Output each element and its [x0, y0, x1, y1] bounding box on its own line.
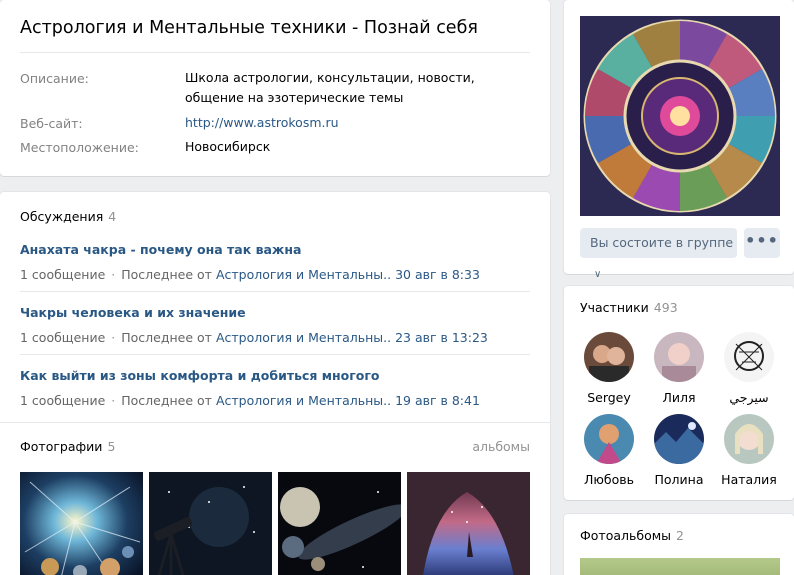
photo-albums-card: Фотоальбомы 2: [564, 514, 794, 575]
member-name: Наталия: [721, 472, 777, 487]
topic-message-count: 1 сообщение: [20, 267, 106, 282]
website-link[interactable]: http://www.astrokosm.ru: [185, 113, 535, 133]
topic-last-prefix: Последнее от: [121, 267, 212, 282]
topic-date-link[interactable]: 30 авг в 8:33: [395, 267, 480, 282]
photo-albums-count: 2: [676, 528, 684, 543]
avatar: [654, 414, 704, 464]
discussions-title: Обсуждения: [20, 209, 104, 224]
topic-message-count: 1 сообщение: [20, 393, 106, 408]
location-value: Новосибирск: [185, 139, 271, 154]
description-value: Школа астрологии, консультации, новости,…: [185, 70, 475, 105]
photo-thumbnail[interactable]: [407, 472, 530, 575]
divider: [20, 291, 530, 292]
avatar: [654, 332, 704, 382]
discussions-header[interactable]: Обсуждения 4: [20, 209, 116, 224]
member-item[interactable]: سيرجي: [714, 332, 784, 405]
members-header[interactable]: Участники 493: [580, 300, 678, 315]
member-item[interactable]: Наталия: [714, 414, 784, 487]
photo-albums-title: Фотоальбомы: [580, 528, 672, 543]
more-actions-button[interactable]: •••: [744, 228, 780, 258]
members-count: 493: [653, 300, 678, 315]
photo-albums-header[interactable]: Фотоальбомы 2: [580, 528, 684, 543]
album-thumbnail[interactable]: [580, 558, 780, 575]
avatar: [724, 414, 774, 464]
divider: [20, 354, 530, 355]
albums-link[interactable]: альбомы: [472, 439, 530, 454]
member-item[interactable]: Любовь: [574, 414, 644, 487]
avatar: [584, 414, 634, 464]
topic-title-link[interactable]: Как выйти из зоны комфорта и добиться мн…: [20, 368, 530, 383]
group-avatar[interactable]: [580, 16, 780, 216]
more-icon: •••: [745, 231, 779, 250]
member-item[interactable]: Лиля: [644, 332, 714, 405]
section-divider: [0, 422, 550, 423]
avatar: [584, 332, 634, 382]
topic-title-link[interactable]: Чакры человека и их значение: [20, 305, 530, 320]
topic-author-link[interactable]: Астрология и Ментальны..: [216, 393, 391, 408]
description-label: Описание:: [20, 71, 89, 86]
topic-item: Чакры человека и их значение 1 сообщение…: [20, 305, 530, 345]
photos-count: 5: [107, 439, 116, 454]
member-name: Любовь: [583, 472, 634, 487]
group-avatar-card: Вы состоите в группе ∨ •••: [564, 0, 794, 280]
members-card: Участники 493 Sergey Лиля سيرجي Любовь По…: [564, 286, 794, 500]
member-item[interactable]: Полина: [644, 414, 714, 487]
location-label: Местоположение:: [20, 140, 139, 155]
photos-header[interactable]: Фотографии 5: [20, 439, 115, 454]
photo-thumbnail[interactable]: [278, 472, 401, 575]
topic-message-count: 1 сообщение: [20, 330, 106, 345]
member-name: Sergey: [587, 390, 631, 405]
topic-meta: 1 сообщение · Последнее от Астрология и Ме…: [20, 267, 530, 282]
topic-date-link[interactable]: 23 авг в 13:23: [395, 330, 488, 345]
topic-item: Как выйти из зоны комфорта и добиться мн…: [20, 368, 530, 408]
content-card: Обсуждения 4 Анахата чакра - почему она т…: [0, 192, 550, 575]
page-title: Астрология и Ментальные техники - Познай…: [20, 18, 478, 38]
members-title: Участники: [580, 300, 649, 315]
topic-item: Анахата чакра - почему она так важна 1 с…: [20, 242, 530, 282]
meta-separator: ·: [111, 330, 116, 345]
website-label: Веб-сайт:: [20, 116, 83, 131]
topic-meta: 1 сообщение · Последнее от Астрология и Ме…: [20, 393, 530, 408]
photos-title: Фотографии: [20, 439, 103, 454]
meta-separator: ·: [111, 393, 116, 408]
member-name: Полина: [654, 472, 704, 487]
chevron-down-icon: ∨: [594, 269, 602, 280]
photo-thumbnail[interactable]: [149, 472, 272, 575]
topic-date-link[interactable]: 19 авг в 8:41: [395, 393, 480, 408]
topic-author-link[interactable]: Астрология и Ментальны..: [216, 267, 391, 282]
topic-last-prefix: Последнее от: [121, 330, 212, 345]
discussions-count: 4: [108, 209, 117, 224]
divider: [20, 52, 530, 53]
topic-last-prefix: Последнее от: [121, 393, 212, 408]
photo-thumbnail[interactable]: [20, 472, 143, 575]
member-name: Лиля: [662, 390, 696, 405]
avatar: [724, 332, 774, 382]
topic-title-link[interactable]: Анахата чакра - почему она так важна: [20, 242, 530, 257]
membership-dropdown-button[interactable]: Вы состоите в группе ∨: [580, 228, 737, 280]
member-name: سيرجي: [729, 390, 769, 405]
membership-label: Вы состоите в группе: [590, 235, 734, 250]
topic-meta: 1 сообщение · Последнее от Астрология и Ме…: [20, 330, 530, 345]
group-info-card: Астрология и Ментальные техники - Познай…: [0, 0, 550, 176]
meta-separator: ·: [111, 267, 116, 282]
member-item[interactable]: Sergey: [574, 332, 644, 405]
topic-author-link[interactable]: Астрология и Ментальны..: [216, 330, 391, 345]
